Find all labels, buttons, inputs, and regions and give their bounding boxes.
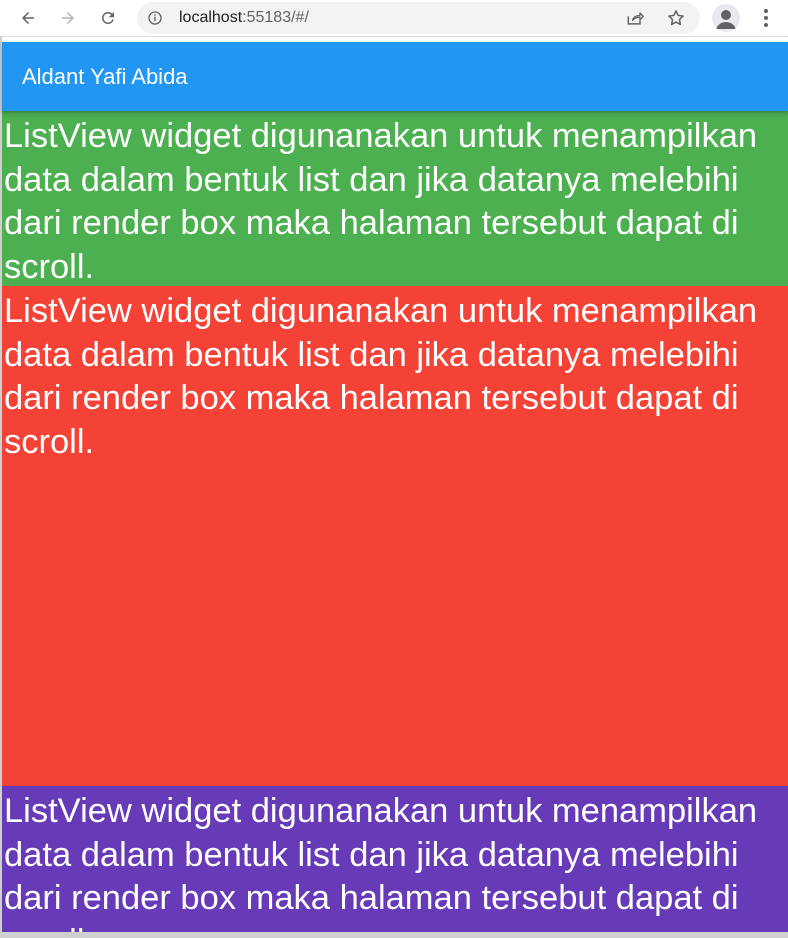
kebab-menu-icon[interactable] — [754, 6, 778, 30]
back-button[interactable] — [14, 4, 42, 32]
url-path: :55183/#/ — [242, 9, 309, 26]
forward-button[interactable] — [54, 4, 82, 32]
app-bar: Aldant Yafi Abida — [2, 42, 788, 111]
list-item-text: ListView widget digunanakan untuk menamp… — [4, 117, 758, 286]
list-item-text: ListView widget digunanakan untuk menamp… — [4, 792, 758, 932]
list-item-purple: ListView widget digunanakan untuk menamp… — [2, 786, 788, 932]
profile-icon — [716, 10, 736, 29]
url-host: localhost — [179, 9, 243, 26]
reload-icon — [102, 12, 114, 24]
list-item-red: ListView widget digunanakan untuk menamp… — [2, 286, 788, 786]
back-arrow-icon — [22, 12, 34, 24]
list-item-green: ListView widget digunanakan untuk menamp… — [2, 111, 788, 286]
star-icon[interactable] — [666, 8, 686, 28]
list-item-text: ListView widget digunanakan untuk menamp… — [4, 292, 758, 461]
reload-button[interactable] — [94, 4, 122, 32]
browser-toolbar: localhost:55183/#/ — [0, 0, 788, 37]
profile-button[interactable] — [712, 4, 740, 32]
forward-arrow-icon — [62, 12, 74, 24]
address-bar[interactable]: localhost:55183/#/ — [137, 2, 700, 34]
app-bar-title: Aldant Yafi Abida — [22, 63, 188, 89]
share-icon[interactable] — [625, 8, 645, 28]
window-bottom-edge — [0, 932, 788, 938]
url-text[interactable]: localhost:55183/#/ — [179, 9, 309, 27]
info-icon[interactable] — [147, 10, 163, 26]
